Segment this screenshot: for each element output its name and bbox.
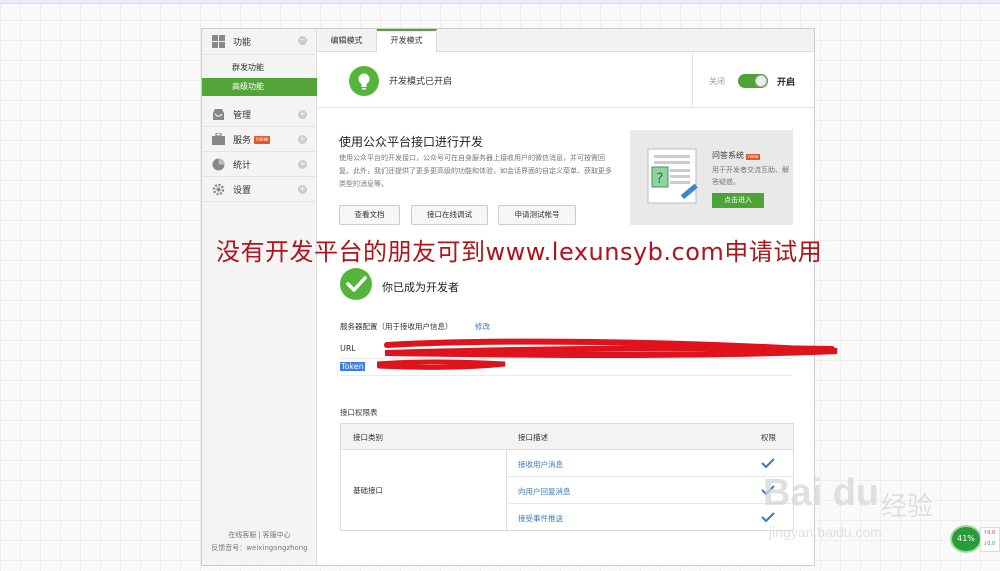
footer-separator: | bbox=[258, 531, 261, 539]
sidebar-item-mass-send[interactable]: 群发功能 bbox=[202, 59, 317, 77]
gear-icon bbox=[212, 183, 225, 196]
sidebar-group-label: 服务 bbox=[233, 136, 252, 146]
sidebar-group-settings[interactable]: 设置 + bbox=[202, 178, 317, 202]
promo-description: 用于开发者交流互助、解答疑惑。 bbox=[712, 166, 789, 186]
mode-tabs: 编辑模式 开发模式 bbox=[317, 29, 814, 53]
permissions-table: 接口类别 接口描述 权限 基础接口 接收用户消息 向用户回复消息 接受事件推送 bbox=[340, 423, 794, 531]
sidebar-group-stats[interactable]: 统计 + bbox=[202, 153, 317, 177]
view-docs-button[interactable]: 查看文档 bbox=[339, 205, 400, 225]
new-badge: new bbox=[254, 135, 271, 144]
sidebar-group-label: 设置 bbox=[233, 186, 252, 196]
table-row: 接收用户消息 bbox=[507, 450, 794, 477]
watermark-product: 经验 bbox=[881, 492, 934, 522]
check-circle-icon bbox=[340, 268, 372, 300]
document-question-icon: ? bbox=[647, 148, 698, 204]
sidebar-footer: 在线客服 | 客服中心 反馈音号：weixingongzhong bbox=[202, 529, 317, 555]
new-badge: new bbox=[746, 154, 761, 160]
wechat-admin-window: 功能 − 群发功能 高级功能 管理 + 服务 new + 统计 + 设置 + 在… bbox=[201, 28, 838, 566]
tab-edit-mode[interactable]: 编辑模式 bbox=[317, 29, 377, 52]
divider bbox=[692, 52, 693, 107]
briefcase-icon bbox=[212, 133, 225, 145]
system-monitor-gauge[interactable]: 41% bbox=[950, 525, 982, 553]
developer-status: 你已成为开发者 bbox=[382, 281, 459, 294]
pie-chart-icon bbox=[212, 158, 225, 171]
sidebar-group-label: 功能 bbox=[233, 38, 252, 48]
grid-icon bbox=[212, 35, 225, 48]
promo-title: 问答系统 new bbox=[712, 150, 761, 161]
feedback-account: 反馈音号：weixingongzhong bbox=[211, 544, 308, 552]
collapse-icon[interactable]: − bbox=[298, 36, 307, 45]
sidebar-group-services[interactable]: 服务 new + bbox=[202, 128, 317, 152]
qa-system-promo: ? 问答系统 new 用于开发者交流互助、解答疑惑。 点击进入 bbox=[630, 130, 793, 225]
api-debug-button[interactable]: 接口在线调试 bbox=[411, 205, 488, 225]
inbox-icon bbox=[213, 109, 224, 120]
sidebar-group-manage[interactable]: 管理 + bbox=[202, 103, 317, 127]
network-speed-panel: ↑0.0 ↓0.0 bbox=[980, 527, 1000, 552]
browser-top-strip bbox=[0, 0, 1000, 4]
table-row: 接受事件推送 bbox=[507, 504, 794, 531]
edit-config-link[interactable]: 修改 bbox=[475, 321, 490, 332]
enter-qa-button[interactable]: 点击进入 bbox=[712, 193, 764, 208]
expand-icon[interactable]: + bbox=[298, 135, 307, 144]
tab-developer-mode[interactable]: 开发模式 bbox=[377, 29, 437, 53]
intro-title: 使用公众平台接口进行开发 bbox=[339, 135, 484, 149]
token-row-divider bbox=[340, 375, 792, 376]
switch-on-label[interactable]: 开启 bbox=[777, 75, 795, 88]
support-center-link[interactable]: 客服中心 bbox=[263, 531, 291, 539]
watermark-brand: Bai du bbox=[763, 472, 880, 514]
switch-off-label[interactable]: 关闭 bbox=[709, 76, 725, 87]
url-label: URL bbox=[340, 344, 356, 353]
promo-title-text: 问答系统 bbox=[712, 151, 744, 160]
url-row-divider bbox=[340, 358, 792, 359]
apply-test-account-button[interactable]: 申请测试帐号 bbox=[498, 205, 576, 225]
devmode-toggle-switch[interactable] bbox=[738, 74, 768, 88]
devmode-status-text: 开发模式已开启 bbox=[389, 77, 453, 87]
gauge-value: 41% bbox=[957, 534, 975, 543]
lightbulb-icon bbox=[349, 66, 379, 96]
expand-icon[interactable]: + bbox=[298, 110, 307, 119]
permission-link[interactable]: 接收用户消息 bbox=[518, 459, 563, 470]
category-cell: 基础接口 bbox=[353, 486, 383, 495]
sidebar-group-label: 统计 bbox=[233, 161, 252, 171]
permissions-title: 接口权限表 bbox=[340, 408, 378, 417]
sidebar-item-advanced[interactable]: 高级功能 bbox=[202, 78, 317, 96]
devmode-status-bar: 开发模式已开启 关闭 开启 bbox=[317, 52, 814, 108]
sidebar-group-label: 管理 bbox=[233, 111, 252, 121]
watermark-url: jingyan.baidu.com bbox=[769, 524, 882, 540]
sidebar: 功能 − 群发功能 高级功能 管理 + 服务 new + 统计 + 设置 + 在… bbox=[202, 29, 317, 565]
permission-link[interactable]: 向用户回复消息 bbox=[518, 486, 571, 497]
main-content: 编辑模式 开发模式 开发模式已开启 关闭 开启 使用公众平台接口进行开发 使用公… bbox=[317, 29, 838, 565]
table-header: 接口类别 接口描述 权限 bbox=[341, 424, 793, 450]
download-speed: ↓0.0 bbox=[983, 541, 996, 547]
overlay-annotation: 没有开发平台的朋友可到www.lexunsyb.com申请试用 bbox=[216, 238, 823, 266]
switch-knob bbox=[755, 75, 767, 87]
redaction-scribble bbox=[377, 338, 838, 370]
column-header-category: 接口类别 bbox=[353, 433, 383, 442]
token-label: Token bbox=[340, 362, 365, 371]
column-header-permission: 权限 bbox=[761, 433, 776, 442]
column-header-description: 接口描述 bbox=[518, 433, 548, 442]
permission-link[interactable]: 接受事件推送 bbox=[518, 513, 563, 524]
upload-speed: ↑0.0 bbox=[983, 530, 996, 536]
expand-icon[interactable]: + bbox=[298, 160, 307, 169]
server-config-title: 服务器配置（用于接收用户信息） bbox=[340, 322, 453, 331]
intro-description: 使用公众平台的开发接口，公众号可在自身服务器上接收用户的微信消息，并可按需回复。… bbox=[339, 154, 612, 188]
table-row: 向用户回复消息 bbox=[507, 477, 794, 504]
sidebar-group-functions[interactable]: 功能 − bbox=[202, 29, 317, 55]
expand-icon[interactable]: + bbox=[298, 185, 307, 194]
online-support-link[interactable]: 在线客服 bbox=[228, 531, 256, 539]
baidu-jingyan-watermark: Bai du 经验 jingyan.baidu.com bbox=[763, 460, 953, 555]
svg-text:?: ? bbox=[656, 171, 663, 187]
